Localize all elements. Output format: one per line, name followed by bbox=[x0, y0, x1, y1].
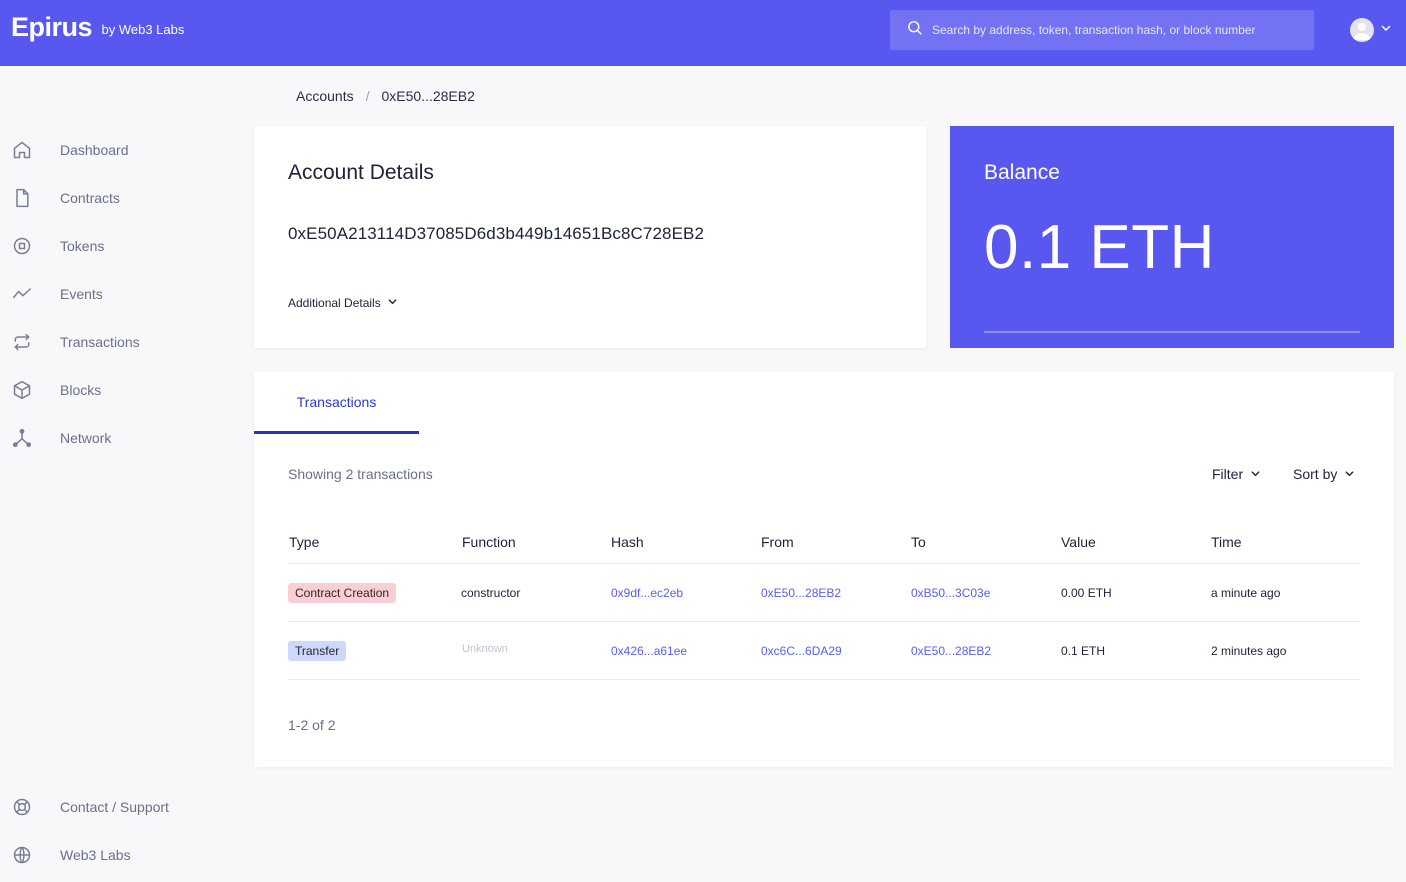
column-header-value[interactable]: Value bbox=[1061, 534, 1096, 550]
time-cell: 2 minutes ago bbox=[1211, 644, 1287, 658]
column-header-time[interactable]: Time bbox=[1211, 534, 1242, 550]
transactions-table: Type Function Hash From To Value Time Co… bbox=[288, 520, 1360, 680]
additional-details-toggle[interactable]: Additional Details bbox=[288, 296, 398, 310]
table-row[interactable]: Transfer Unknown 0x426...a61ee 0xc6C...6… bbox=[288, 622, 1360, 680]
search-icon bbox=[906, 19, 923, 41]
sidebar-item-label: Web3 Labs bbox=[60, 847, 131, 863]
pagination-info: 1-2 of 2 bbox=[288, 717, 336, 733]
balance-card: Balance 0.1 ETH bbox=[950, 126, 1394, 348]
brand-subtitle: by Web3 Labs bbox=[101, 22, 185, 37]
brand-name: Epirus bbox=[11, 12, 93, 42]
sidebar-item-contact-support[interactable]: Contact / Support bbox=[0, 787, 240, 827]
column-header-function[interactable]: Function bbox=[462, 534, 516, 550]
filter-label: Filter bbox=[1212, 466, 1244, 482]
balance-divider bbox=[984, 331, 1360, 333]
time-cell: a minute ago bbox=[1211, 586, 1281, 600]
type-badge: Contract Creation bbox=[288, 583, 397, 603]
cube-icon bbox=[12, 380, 32, 400]
sidebar-item-network[interactable]: Network bbox=[0, 418, 240, 458]
sidebar-item-label: Contracts bbox=[60, 190, 120, 206]
breadcrumb-separator: / bbox=[365, 88, 370, 104]
sidebar-item-transactions[interactable]: Transactions bbox=[0, 322, 240, 362]
sidebar-item-dashboard[interactable]: Dashboard bbox=[0, 130, 240, 170]
from-link[interactable]: 0xc6C...6DA29 bbox=[761, 644, 842, 658]
token-icon bbox=[12, 236, 32, 256]
search-box[interactable] bbox=[890, 10, 1314, 50]
to-link[interactable]: 0xB50...3C03e bbox=[911, 586, 990, 600]
value-cell: 0.1 ETH bbox=[1061, 644, 1106, 658]
sort-by-label: Sort by bbox=[1293, 466, 1338, 482]
transactions-count: Showing 2 transactions bbox=[288, 466, 433, 482]
user-menu[interactable] bbox=[1350, 18, 1392, 42]
tab-transactions[interactable]: Transactions bbox=[254, 372, 419, 434]
function-cell: constructor bbox=[461, 586, 521, 600]
function-cell: Unknown bbox=[462, 643, 508, 655]
column-header-from[interactable]: From bbox=[761, 534, 794, 550]
table-header-row: Type Function Hash From To Value Time bbox=[288, 520, 1360, 564]
breadcrumb: Accounts / 0xE50...28EB2 bbox=[296, 88, 475, 104]
balance-value: 0.1 ETH bbox=[984, 213, 1215, 282]
sidebar-item-contracts[interactable]: Contracts bbox=[0, 178, 240, 218]
globe-icon bbox=[12, 845, 32, 865]
type-badge: Transfer bbox=[288, 641, 347, 661]
sidebar-item-tokens[interactable]: Tokens bbox=[0, 226, 240, 266]
sidebar-item-web3labs[interactable]: Web3 Labs bbox=[0, 835, 240, 875]
top-bar: Epirus by Web3 Labs bbox=[0, 0, 1406, 66]
account-details-card: Account Details 0xE50A213114D37085D6d3b4… bbox=[254, 126, 926, 348]
account-details-title: Account Details bbox=[288, 161, 434, 184]
table-row[interactable]: Contract Creation constructor 0x9df...ec… bbox=[288, 564, 1360, 622]
value-cell: 0.00 ETH bbox=[1061, 586, 1112, 600]
chevron-down-icon bbox=[387, 296, 398, 310]
sidebar-item-label: Events bbox=[60, 286, 103, 302]
hash-link[interactable]: 0x9df...ec2eb bbox=[611, 586, 683, 600]
account-address: 0xE50A213114D37085D6d3b449b14651Bc8C728E… bbox=[288, 224, 705, 243]
home-icon bbox=[12, 140, 32, 160]
activity-icon bbox=[12, 284, 32, 304]
column-header-to[interactable]: To bbox=[911, 534, 926, 550]
sidebar-item-label: Dashboard bbox=[60, 142, 129, 158]
breadcrumb-current: 0xE50...28EB2 bbox=[381, 88, 475, 104]
avatar[interactable] bbox=[1350, 18, 1374, 42]
chevron-down-icon bbox=[1344, 466, 1355, 482]
sidebar-item-events[interactable]: Events bbox=[0, 274, 240, 314]
brand-logo[interactable]: Epirus by Web3 Labs bbox=[11, 12, 184, 43]
breadcrumb-accounts-link[interactable]: Accounts bbox=[296, 88, 354, 104]
repeat-icon bbox=[12, 332, 32, 352]
from-link[interactable]: 0xE50...28EB2 bbox=[761, 586, 841, 600]
column-header-type[interactable]: Type bbox=[289, 534, 319, 550]
file-icon bbox=[12, 188, 32, 208]
chevron-down-icon[interactable] bbox=[1380, 21, 1392, 39]
sort-by-dropdown[interactable]: Sort by bbox=[1293, 466, 1355, 482]
additional-details-label: Additional Details bbox=[288, 296, 381, 310]
sidebar-item-label: Tokens bbox=[60, 238, 105, 254]
search-input[interactable] bbox=[932, 23, 1302, 37]
lifebuoy-icon bbox=[12, 797, 32, 817]
sidebar-item-label: Contact / Support bbox=[60, 799, 169, 815]
sidebar-item-label: Network bbox=[60, 430, 112, 446]
network-icon bbox=[12, 428, 32, 448]
chevron-down-icon bbox=[1250, 466, 1261, 482]
to-link[interactable]: 0xE50...28EB2 bbox=[911, 644, 991, 658]
hash-link[interactable]: 0x426...a61ee bbox=[611, 644, 687, 658]
transactions-card: Transactions Showing 2 transactions Filt… bbox=[254, 372, 1394, 767]
balance-title: Balance bbox=[984, 161, 1060, 184]
filter-dropdown[interactable]: Filter bbox=[1212, 466, 1261, 482]
sidebar-item-label: Transactions bbox=[60, 334, 140, 350]
column-header-hash[interactable]: Hash bbox=[611, 534, 644, 550]
sidebar-item-label: Blocks bbox=[60, 382, 102, 398]
sidebar-item-blocks[interactable]: Blocks bbox=[0, 370, 240, 410]
sidebar: Dashboard Contracts Tokens Events Transa… bbox=[0, 66, 240, 882]
